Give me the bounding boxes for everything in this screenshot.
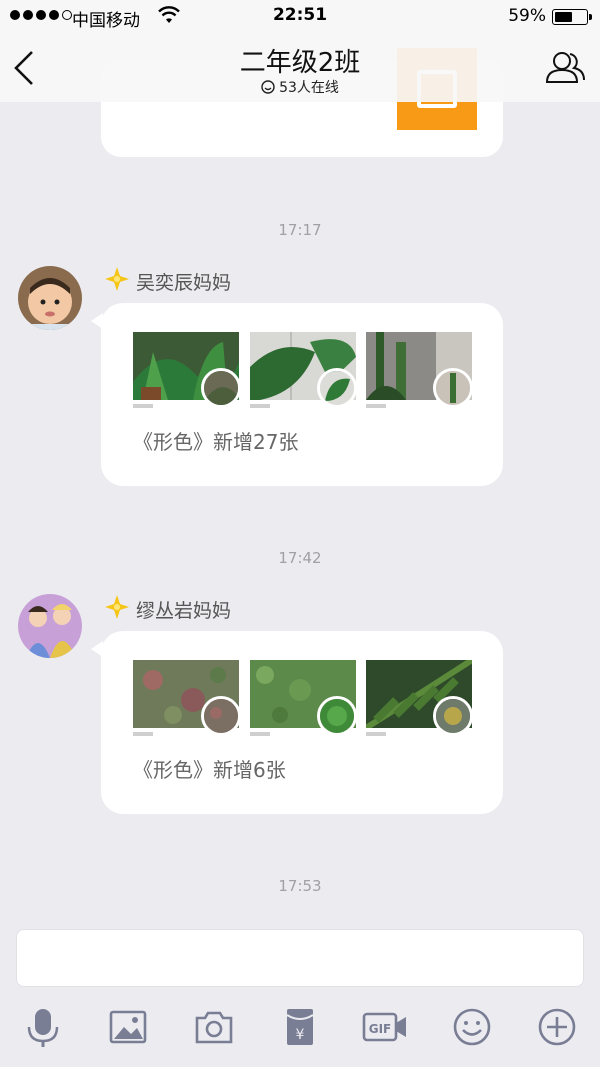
navigation-bar: 二年级2班 53人在线 [0,34,600,102]
red-packet-button[interactable]: ¥ [278,1005,322,1049]
group-title: 二年级2班 [239,48,361,78]
image-icon [109,1010,147,1044]
sender-name: 缪丛岩妈妈 [136,600,232,622]
plant-icon [433,696,473,736]
plant-icon [433,368,473,408]
status-bar: 中国移动 22:51 59% [0,0,600,34]
photo-button[interactable] [106,1005,150,1049]
thumbnail-caption [133,404,153,408]
input-toolbar: ¥ GIF [0,995,600,1067]
battery-tip [589,14,592,20]
avatar[interactable] [18,266,82,330]
plant-icon [201,368,241,408]
thumbnail-caption [250,732,270,736]
gif-icon: GIF [362,1012,406,1042]
plant-icon [201,696,241,736]
message-timestamp: 17:53 [278,877,322,895]
star-badge-icon [104,594,130,620]
album-share-bubble[interactable]: 《形色》新增27张 [91,303,503,486]
message-timestamp: 17:42 [278,549,322,567]
svg-text:GIF: GIF [369,1022,392,1036]
album-share-bubble[interactable]: 《形色》新增6张 [91,631,503,814]
plant-icon [317,368,357,408]
plant-icon [317,696,357,736]
sender-name: 吴奕辰妈妈 [136,272,232,294]
emoji-icon [453,1008,491,1046]
thumbnail-caption [250,404,270,408]
group-members-button[interactable] [544,48,586,88]
thumbnail-caption [133,732,153,736]
people-icon [545,52,585,83]
more-button[interactable] [535,1005,579,1049]
gif-button[interactable]: GIF [362,1005,408,1049]
online-count: 53人在线 [0,77,600,97]
message-input[interactable] [16,929,584,987]
thumbnail-caption [366,404,386,408]
online-count-text: 53人在线 [279,80,339,96]
star-badge-icon [104,266,130,292]
red-packet-icon: ¥ [286,1009,314,1045]
microphone-icon [27,1009,59,1047]
emoji-button[interactable] [450,1005,494,1049]
thumbnail-caption [366,732,386,736]
svg-text:¥: ¥ [296,1027,305,1043]
plus-icon [538,1008,576,1046]
album-update-text: 《形色》新增6张 [133,758,286,782]
message-timestamp: 17:17 [278,221,322,239]
camera-button[interactable] [192,1005,236,1049]
camera-icon [195,1011,233,1044]
battery-icon [552,9,588,25]
album-update-text: 《形色》新增27张 [133,430,299,454]
smiley-icon [261,80,275,94]
avatar[interactable] [18,594,82,658]
voice-button[interactable] [21,1005,65,1049]
battery-percentage: 59% [508,6,546,26]
